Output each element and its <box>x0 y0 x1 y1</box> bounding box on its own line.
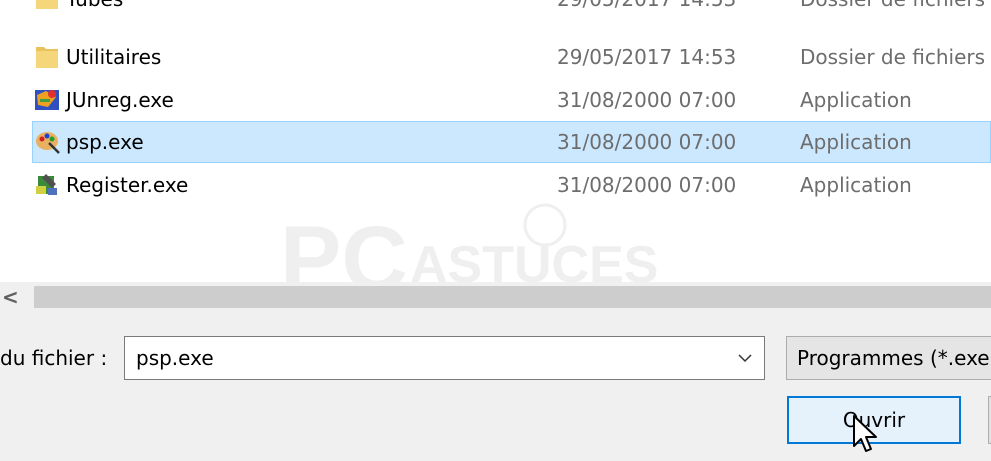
file-type: Application <box>800 130 912 154</box>
file-open-dialog: Tubes 29/05/2017 14:53 Dossier de fichie… <box>0 0 991 461</box>
filename-input[interactable]: psp.exe <box>136 337 214 379</box>
file-date: 31/08/2000 07:00 <box>557 130 737 154</box>
list-item[interactable]: JUnreg.exe 31/08/2000 07:00 Application <box>0 79 991 121</box>
file-type: Application <box>800 173 912 197</box>
file-name: Tubes <box>66 0 123 20</box>
list-item[interactable]: Utilitaires 29/05/2017 14:53 Dossier de … <box>0 36 991 78</box>
file-date: 29/05/2017 14:53 <box>557 0 736 20</box>
psp-app-icon <box>36 132 60 154</box>
folder-icon <box>36 0 58 9</box>
file-type: Dossier de fichiers <box>800 0 985 20</box>
file-name: JUnreg.exe <box>66 88 174 112</box>
file-type-filter[interactable]: Programmes (*.exe <box>786 336 991 380</box>
filename-label: du fichier : <box>0 346 108 370</box>
file-name: Register.exe <box>66 173 189 197</box>
file-list[interactable]: Tubes 29/05/2017 14:53 Dossier de fichie… <box>0 0 991 312</box>
filter-value: Programmes (*.exe <box>797 346 990 370</box>
mouse-pointer-icon <box>853 415 877 452</box>
scroll-left-icon[interactable]: < <box>2 282 19 312</box>
folder-icon <box>36 47 58 68</box>
horizontal-scrollbar[interactable]: < <box>0 282 991 312</box>
register-app-icon <box>36 174 57 195</box>
file-name: psp.exe <box>66 130 144 154</box>
file-type: Application <box>800 88 912 112</box>
file-name: Utilitaires <box>66 45 162 69</box>
filename-combobox[interactable]: psp.exe <box>124 336 765 380</box>
scrollbar-thumb[interactable] <box>34 286 991 308</box>
list-item[interactable]: Tubes 29/05/2017 14:53 Dossier de fichie… <box>0 0 991 20</box>
junreg-app-icon <box>35 90 59 110</box>
file-date: 29/05/2017 14:53 <box>557 45 737 69</box>
chevron-down-icon[interactable] <box>736 349 754 367</box>
file-type: Dossier de fichiers <box>800 45 986 69</box>
file-date: 31/08/2000 07:00 <box>557 88 737 112</box>
list-item-selected[interactable]: psp.exe 31/08/2000 07:00 Application <box>32 121 991 163</box>
